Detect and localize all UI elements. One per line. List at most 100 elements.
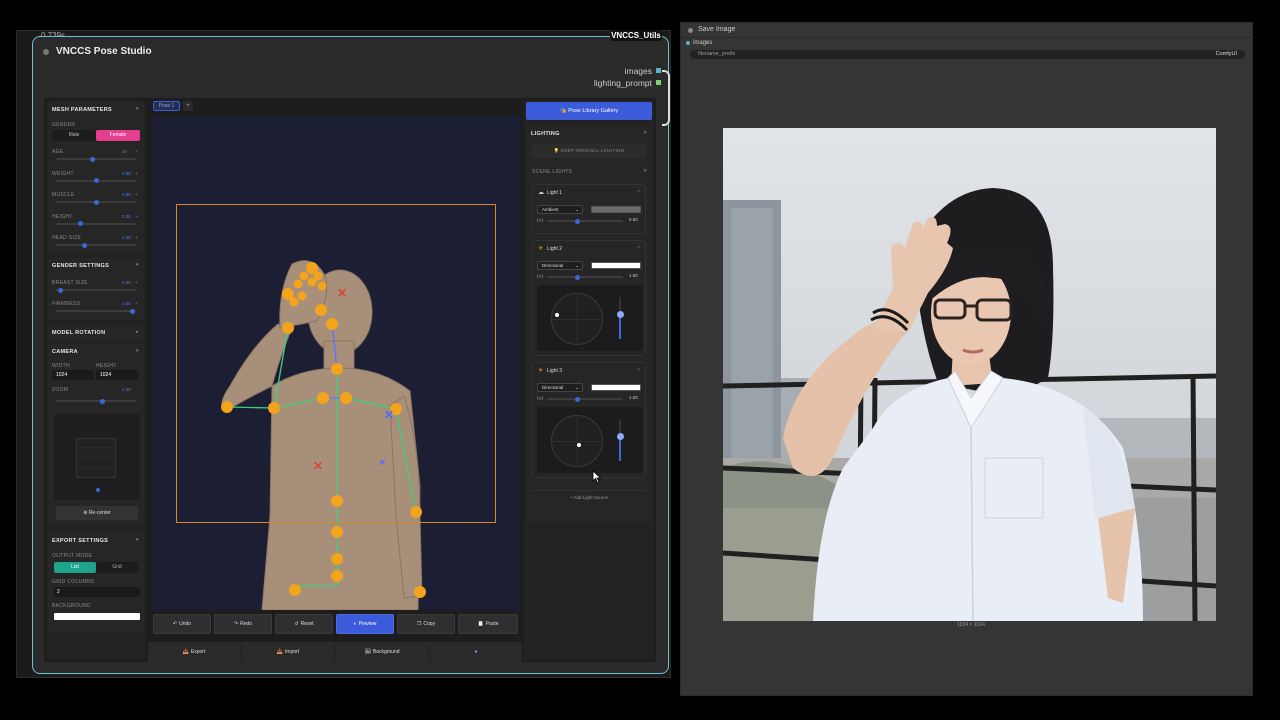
slider-track[interactable]: [56, 287, 136, 293]
collapse-dot-icon[interactable]: [43, 49, 49, 55]
background-color-swatch[interactable]: [54, 613, 140, 620]
slider-track[interactable]: [56, 178, 136, 183]
joint-handle[interactable]: [221, 401, 233, 413]
model-rotation-panel[interactable]: MODEL ROTATION ▸: [48, 326, 144, 340]
camera-header[interactable]: CAMERA: [52, 349, 78, 355]
slider-knob[interactable]: [81, 242, 87, 248]
ik-target-marker[interactable]: ✕: [337, 286, 347, 300]
finger-joint-handle[interactable]: [297, 291, 307, 301]
joint-handle[interactable]: [317, 392, 329, 404]
reset-button[interactable]: ↺ Reset: [275, 614, 333, 634]
slider-knob[interactable]: [77, 221, 83, 226]
intensity-knob[interactable]: [574, 218, 580, 224]
intensity-slider[interactable]: [547, 396, 623, 402]
collapse-icon[interactable]: ▾: [136, 262, 139, 268]
intensity-knob[interactable]: [574, 274, 580, 280]
output-mode-grid-button[interactable]: Grid: [96, 562, 138, 573]
finger-joint-handle[interactable]: [317, 281, 327, 291]
intensity-slider[interactable]: [547, 218, 623, 224]
joint-handle[interactable]: [315, 304, 327, 316]
slider-knob[interactable]: [93, 178, 99, 183]
slider-track[interactable]: [56, 308, 136, 314]
height-slider[interactable]: [616, 297, 624, 339]
increment-icon[interactable]: +: [135, 171, 138, 177]
mesh-parameters-header[interactable]: MESH PARAMETERS: [52, 107, 112, 113]
light-card[interactable]: ☀ Light 2 × Directional ⌄ Int 1.00: [532, 240, 646, 356]
joint-handle[interactable]: [331, 526, 343, 538]
light-color-swatch[interactable]: [591, 384, 641, 391]
remove-light-icon[interactable]: ×: [637, 189, 640, 195]
paste-button[interactable]: 📋 Paste: [458, 614, 518, 634]
light-direction-pad[interactable]: [537, 285, 643, 351]
preview-button[interactable]: ◐ Preview: [336, 614, 394, 634]
gender-female-button[interactable]: Female: [96, 130, 140, 141]
joint-handle[interactable]: [414, 586, 426, 598]
width-input[interactable]: 1024: [52, 370, 94, 380]
increment-icon[interactable]: +: [135, 214, 138, 220]
increment-icon[interactable]: +: [135, 235, 138, 241]
increment-icon[interactable]: +: [135, 192, 138, 198]
import-button[interactable]: 📥 Import: [242, 642, 334, 662]
export-button[interactable]: 📤 Export: [148, 642, 240, 662]
intensity-knob[interactable]: [574, 396, 580, 402]
export-settings-header[interactable]: EXPORT SETTINGS: [52, 538, 108, 544]
joint-handle[interactable]: [326, 318, 338, 330]
joint-handle[interactable]: [268, 402, 280, 414]
slider-knob[interactable]: [57, 287, 63, 293]
recenter-button[interactable]: ⊕ Re-center: [56, 506, 138, 520]
collapse-icon[interactable]: ▾: [644, 130, 647, 136]
input-images-slot[interactable]: [686, 41, 690, 45]
joint-handle[interactable]: [340, 392, 352, 404]
gender-male-button[interactable]: Male: [52, 130, 96, 141]
joint-handle[interactable]: [331, 363, 343, 375]
ik-target-marker[interactable]: ✕: [313, 459, 323, 473]
add-light-source-button[interactable]: + Add Light Source: [532, 490, 646, 504]
height-slider-knob[interactable]: [616, 311, 624, 318]
light-type-select[interactable]: Ambient ⌄: [537, 205, 583, 214]
zoom-slider[interactable]: [56, 398, 136, 404]
finger-joint-handle[interactable]: [313, 271, 323, 281]
height-slider-knob[interactable]: [616, 433, 624, 440]
collapse-icon[interactable]: ▾: [644, 168, 647, 174]
grid-columns-input[interactable]: 2: [54, 587, 140, 597]
light-direction-dot[interactable]: [577, 443, 581, 447]
slider-knob[interactable]: [93, 199, 99, 205]
joint-handle[interactable]: [331, 553, 343, 565]
undo-button[interactable]: ↶ Undo: [153, 614, 211, 634]
lighting-header[interactable]: LIGHTING: [531, 131, 560, 137]
increment-icon[interactable]: +: [135, 301, 138, 307]
collapse-icon[interactable]: ▾: [136, 348, 139, 354]
collapse-icon[interactable]: ▾: [136, 106, 139, 112]
expand-icon[interactable]: ▸: [136, 329, 139, 335]
slider-track[interactable]: [56, 156, 136, 162]
camera-pan-pad[interactable]: [54, 414, 140, 500]
light-direction-dot[interactable]: [555, 313, 559, 317]
finger-joint-handle[interactable]: [289, 297, 299, 307]
tab-pose-1[interactable]: Pose 1: [153, 101, 180, 111]
ik-target-marker[interactable]: ✕: [379, 458, 386, 467]
remove-light-icon[interactable]: ×: [637, 245, 640, 251]
slider-track[interactable]: [56, 221, 136, 226]
3d-viewport[interactable]: ✕ ✕ ✕ ✕: [152, 116, 520, 610]
light-card[interactable]: ☁ Light 1 × Ambient ⌄ Int 0.50: [532, 184, 646, 234]
height-input[interactable]: 1024: [96, 370, 138, 380]
joint-handle[interactable]: [410, 506, 422, 518]
collapse-dot-icon[interactable]: [688, 28, 693, 33]
slider-track[interactable]: [56, 199, 136, 205]
remove-light-icon[interactable]: ×: [637, 367, 640, 373]
background-button[interactable]: 🖼 Background: [336, 642, 428, 662]
pose-library-button[interactable]: 🎭 Pose Library Gallery: [526, 102, 652, 120]
light-color-swatch[interactable]: [591, 206, 641, 213]
output-images-slot[interactable]: [656, 68, 661, 73]
light-type-select[interactable]: Directional ⌄: [537, 261, 583, 270]
output-mode-list-button[interactable]: List: [54, 562, 96, 573]
collapse-icon[interactable]: ▾: [136, 537, 139, 543]
filename-prefix-field[interactable]: filename_prefix ComfyUI: [690, 50, 1245, 59]
keep-original-lighting-toggle[interactable]: 💡 KEEP ORIGINAL LIGHTING: [532, 144, 646, 158]
camera-position-dot[interactable]: [96, 488, 100, 492]
slider-knob[interactable]: [89, 156, 95, 162]
increment-icon[interactable]: +: [135, 149, 138, 155]
copy-button[interactable]: ❐ Copy: [397, 614, 455, 634]
slider-track[interactable]: [56, 242, 136, 248]
slider-knob[interactable]: [129, 308, 135, 314]
